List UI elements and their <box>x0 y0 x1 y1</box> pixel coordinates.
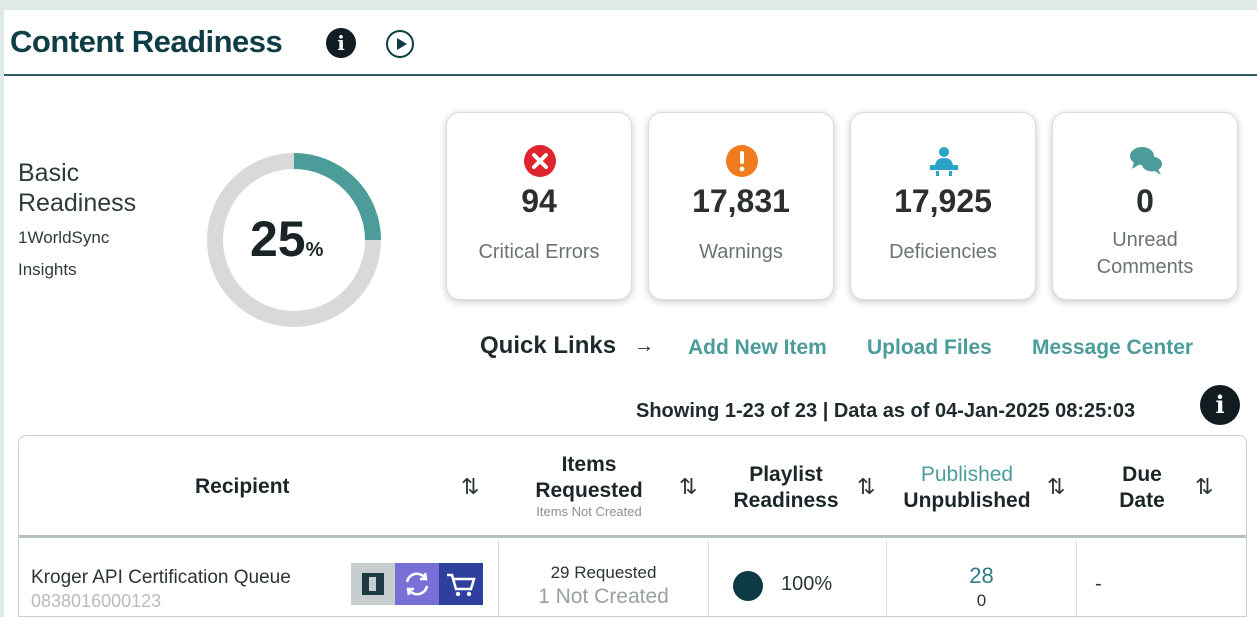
col-label-line: Requested <box>535 479 643 502</box>
cell-items-requested: 29 Requested 1 Not Created <box>499 541 709 616</box>
col-items-requested[interactable]: Items Requested Items Not Created ⇅ <box>499 436 709 538</box>
card-value: 17,831 <box>692 183 790 219</box>
col-label-published: Published <box>920 463 1014 486</box>
channel-logo-icon[interactable] <box>351 563 395 605</box>
sync-icon[interactable] <box>395 563 439 605</box>
card-value: 17,925 <box>894 183 992 219</box>
col-label: Due Date <box>1107 462 1177 514</box>
card-label: Warnings <box>699 241 783 263</box>
cell-playlist-readiness: 100% <box>709 541 887 616</box>
not-created-count: 1 Not Created <box>538 585 669 608</box>
cell-recipient: Kroger API Certification Queue 083801600… <box>19 541 499 616</box>
due-date: - <box>1095 573 1102 595</box>
card-deficiencies[interactable]: 17,925 Deficiencies <box>850 112 1036 300</box>
col-sublabel: Items Not Created <box>536 504 642 519</box>
page-title: Content Readiness <box>10 24 283 59</box>
col-label-line: Playlist <box>749 463 823 486</box>
link-message-center[interactable]: Message Center <box>1032 336 1193 360</box>
col-label: Items Requested Items Not Created <box>499 452 679 520</box>
card-label: Deficiencies <box>889 241 997 263</box>
cell-due-date: - <box>1077 541 1246 616</box>
col-label-line: Items <box>561 453 617 476</box>
readiness-title: Basic Readiness <box>18 159 137 217</box>
col-label: Recipient <box>195 475 290 498</box>
published-count[interactable]: 28 <box>887 563 1076 589</box>
card-unread-comments[interactable]: 0 Unread Comments <box>1052 112 1238 300</box>
readiness-dot-icon <box>733 571 763 601</box>
card-value: 94 <box>521 183 557 219</box>
presenter-icon <box>930 147 958 176</box>
arrow-right-icon: → <box>634 335 654 357</box>
col-due-date[interactable]: Due Date ⇅ <box>1077 436 1246 538</box>
unpublished-count: 0 <box>976 591 987 610</box>
recipients-table: Recipient ⇅ Items Requested Items Not Cr… <box>18 435 1247 617</box>
col-recipient[interactable]: Recipient ⇅ <box>19 436 499 538</box>
readiness-unit: % <box>305 239 324 261</box>
card-critical-errors[interactable]: 94 Critical Errors <box>446 112 632 300</box>
readiness-subtitle: 1WorldSync Insights <box>18 228 110 279</box>
link-add-new-item[interactable]: Add New Item <box>688 336 827 360</box>
recipient-name[interactable]: Kroger API Certification Queue <box>31 567 291 589</box>
col-label-unpublished: Unpublished <box>903 489 1031 512</box>
quick-links-label: Quick Links <box>480 332 617 359</box>
card-warnings[interactable]: 17,831 Warnings <box>648 112 834 300</box>
sort-icon[interactable]: ⇅ <box>857 474 875 500</box>
panel-header: Content Readiness i <box>4 10 1257 76</box>
requested-count: 29 Requested <box>550 563 657 582</box>
sort-icon[interactable]: ⇅ <box>461 474 479 500</box>
col-label-line: Due <box>1122 463 1162 486</box>
col-published[interactable]: Published Unpublished ⇅ <box>887 436 1077 538</box>
col-label: Playlist Readiness <box>721 462 851 514</box>
col-label-line: Readiness <box>733 489 839 512</box>
content-readiness-panel: Content Readiness i Basic Readiness 1Wor… <box>4 10 1257 617</box>
readiness-percent: 100% <box>781 573 833 595</box>
readiness-number: 25 <box>250 211 306 267</box>
info-icon[interactable]: i <box>326 28 356 58</box>
card-label: Critical Errors <box>478 241 600 263</box>
cart-icon[interactable] <box>439 563 483 605</box>
sort-icon[interactable]: ⇅ <box>1047 474 1065 500</box>
recipient-gln: 0838016000123 <box>31 591 162 611</box>
info-icon[interactable]: i <box>1200 385 1240 425</box>
card-label: Unread Comments <box>1096 229 1194 278</box>
cell-published: 28 0 <box>887 541 1077 616</box>
x-circle-icon <box>524 145 556 177</box>
table-row[interactable]: Kroger API Certification Queue 083801600… <box>19 541 1246 616</box>
card-value: 0 <box>1136 183 1154 219</box>
col-label: Published Unpublished <box>887 462 1047 514</box>
table-header: Recipient ⇅ Items Requested Items Not Cr… <box>19 436 1246 538</box>
sort-icon[interactable]: ⇅ <box>1195 474 1213 500</box>
readiness-value: 25% <box>250 210 323 268</box>
link-upload-files[interactable]: Upload Files <box>867 336 992 360</box>
sort-icon[interactable]: ⇅ <box>679 474 697 500</box>
exclamation-circle-icon <box>726 145 758 177</box>
play-icon[interactable] <box>386 30 414 58</box>
col-label-line: Date <box>1119 489 1165 512</box>
chat-bubbles-icon <box>1130 147 1162 175</box>
showing-status: Showing 1-23 of 23 | Data as of 04-Jan-2… <box>636 400 1136 422</box>
col-playlist-readiness[interactable]: Playlist Readiness ⇅ <box>709 436 887 538</box>
